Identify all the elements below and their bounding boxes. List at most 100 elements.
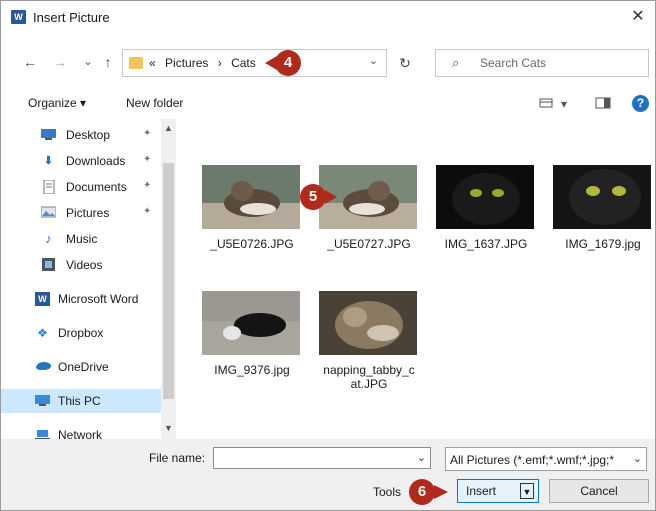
- forward-button[interactable]: →: [51, 53, 69, 71]
- sidebar-item-onedrive[interactable]: OneDrive: [1, 355, 161, 379]
- sidebar-item-documents[interactable]: Documents ✦: [1, 175, 161, 199]
- file-item[interactable]: _U5E0726.JPG: [190, 119, 302, 251]
- callout-6-pointer: [434, 485, 448, 499]
- breadcrumb-cats[interactable]: Cats: [231, 56, 256, 70]
- sidebar-item-label: Documents: [66, 180, 127, 194]
- sidebar-item-downloads[interactable]: ⬇ Downloads ✦: [1, 149, 161, 173]
- cat-thumb-1: [202, 165, 300, 229]
- view-dropdown-icon[interactable]: ▾: [561, 97, 567, 111]
- scroll-down-icon[interactable]: ▼: [161, 423, 176, 433]
- file-item[interactable]: IMG_1637.JPG: [424, 119, 536, 251]
- refresh-button[interactable]: ↻: [391, 49, 419, 77]
- file-name: IMG_9376.jpg: [214, 363, 290, 377]
- recent-locations-button[interactable]: ⌄: [79, 53, 97, 71]
- cat-thumb-3: [436, 165, 534, 229]
- sidebar-item-label: Music: [66, 232, 98, 246]
- sidebar-item-label: Downloads: [66, 154, 126, 168]
- folder-icon: [129, 57, 143, 69]
- callout-5-pointer: [325, 190, 337, 204]
- documents-icon: [41, 179, 56, 195]
- breadcrumb: « Pictures › Cats: [149, 56, 262, 70]
- network-icon: [35, 428, 50, 439]
- file-type-value: All Pictures (*.emf;*.wmf;*.jpg;*: [450, 453, 615, 467]
- cancel-button[interactable]: Cancel: [549, 479, 649, 503]
- onedrive-icon: [35, 360, 51, 374]
- sidebar-item-videos[interactable]: Videos: [1, 253, 161, 277]
- file-type-select[interactable]: All Pictures (*.emf;*.wmf;*.jpg;* ⌄: [445, 447, 647, 471]
- file-name-line-1: napping_tabby_c: [323, 363, 415, 377]
- back-button[interactable]: ←: [21, 53, 39, 71]
- filename-input[interactable]: ⌄: [213, 447, 431, 469]
- pin-icon: ✦: [143, 128, 152, 139]
- up-button[interactable]: ↑: [99, 53, 117, 71]
- sidebar-item-network[interactable]: Network: [1, 423, 161, 439]
- breadcrumb-separator: ›: [217, 56, 222, 70]
- filename-dropdown-icon[interactable]: ⌄: [417, 451, 426, 464]
- callout-5: 5: [300, 184, 326, 210]
- help-icon[interactable]: ?: [632, 95, 649, 112]
- breadcrumb-pictures[interactable]: Pictures: [165, 56, 208, 70]
- file-list: _U5E0726.JPG _U5E0727.JPG IMG_1637.JPG I…: [177, 119, 655, 439]
- sidebar-scrollbar[interactable]: ▲ ▼: [161, 119, 176, 439]
- word-icon: W: [35, 292, 50, 306]
- insert-picture-dialog: W Insert Picture ✕ ← → ⌄ ↑ « Pictures › …: [0, 0, 656, 511]
- sidebar-item-microsoft-word[interactable]: W Microsoft Word: [1, 287, 161, 311]
- search-box[interactable]: ⌕ Search Cats: [435, 49, 649, 77]
- sidebar-item-label: Microsoft Word: [58, 292, 139, 306]
- navigation-pane: Desktop ✦ ⬇ Downloads ✦ Documents ✦ Pict…: [1, 119, 176, 439]
- sidebar-item-label: OneDrive: [58, 360, 109, 374]
- cat-thumb-5: [202, 291, 300, 355]
- file-item[interactable]: _U5E0727.JPG: [307, 119, 419, 251]
- search-placeholder: Search Cats: [480, 56, 547, 70]
- pin-icon: ✦: [143, 180, 152, 191]
- callout-6: 6: [409, 479, 435, 505]
- insert-button[interactable]: Insert ▼: [457, 479, 539, 503]
- scrollbar-thumb[interactable]: [163, 163, 174, 399]
- tools-menu[interactable]: Tools: [373, 485, 401, 499]
- callout-4: 4: [275, 50, 301, 76]
- desktop-icon: [41, 128, 56, 142]
- sidebar-item-pictures[interactable]: Pictures ✦: [1, 201, 161, 225]
- file-item[interactable]: IMG_1679.jpg: [541, 119, 653, 251]
- close-button[interactable]: ✕: [627, 6, 649, 28]
- sidebar-item-label: Videos: [66, 258, 103, 272]
- sidebar-item-label: Pictures: [66, 206, 110, 220]
- file-type-dropdown-icon[interactable]: ⌄: [632, 452, 642, 465]
- navigation-bar: ← → ⌄ ↑ « Pictures › Cats ⌄ ↻ ⌕ Search C…: [1, 45, 655, 83]
- change-view-icon[interactable]: [539, 97, 553, 112]
- insert-dropdown-icon[interactable]: ▼: [520, 483, 534, 499]
- videos-icon: [41, 258, 56, 272]
- file-item[interactable]: IMG_9376.jpg: [190, 245, 302, 377]
- file-name-line-2: at.JPG: [350, 377, 388, 391]
- sidebar-item-label: Desktop: [66, 128, 111, 142]
- breadcrumb-overflow-icon[interactable]: «: [149, 56, 156, 70]
- file-item[interactable]: napping_tabby_c at.JPG: [307, 245, 419, 391]
- insert-label: Insert: [466, 484, 497, 498]
- preview-pane-icon[interactable]: [595, 97, 611, 112]
- music-icon: ♪: [45, 231, 52, 246]
- command-bar: Organize ▾ New folder ▾ ?: [1, 91, 655, 117]
- cat-thumb-4: [553, 165, 651, 229]
- title-bar: W Insert Picture ✕: [1, 1, 655, 33]
- address-bar[interactable]: « Pictures › Cats ⌄: [122, 49, 387, 77]
- filename-label: File name:: [149, 451, 206, 465]
- pictures-icon: [40, 206, 57, 220]
- new-folder-button[interactable]: New folder: [126, 96, 183, 110]
- dropbox-icon: ❖: [37, 326, 48, 340]
- scroll-up-icon[interactable]: ▲: [161, 123, 176, 133]
- address-dropdown-icon[interactable]: ⌄: [369, 54, 378, 67]
- sidebar-item-desktop[interactable]: Desktop ✦: [1, 123, 161, 147]
- downloads-icon: ⬇: [43, 155, 54, 167]
- sidebar-item-this-pc[interactable]: This PC: [1, 389, 161, 413]
- pc-icon: [35, 394, 50, 408]
- search-icon: ⌕: [452, 55, 460, 70]
- sidebar-item-label: Dropbox: [58, 326, 104, 340]
- organize-menu[interactable]: Organize ▾: [28, 96, 86, 110]
- word-app-icon: W: [11, 10, 26, 24]
- sidebar-item-dropbox[interactable]: ❖ Dropbox: [1, 321, 161, 345]
- sidebar-item-music[interactable]: ♪ Music: [1, 227, 161, 251]
- sidebar-item-label: Network: [58, 428, 103, 439]
- dialog-title: Insert Picture: [33, 10, 110, 25]
- pin-icon: ✦: [143, 154, 152, 165]
- footer-panel: File name: ⌄ All Pictures (*.emf;*.wmf;*…: [1, 439, 655, 510]
